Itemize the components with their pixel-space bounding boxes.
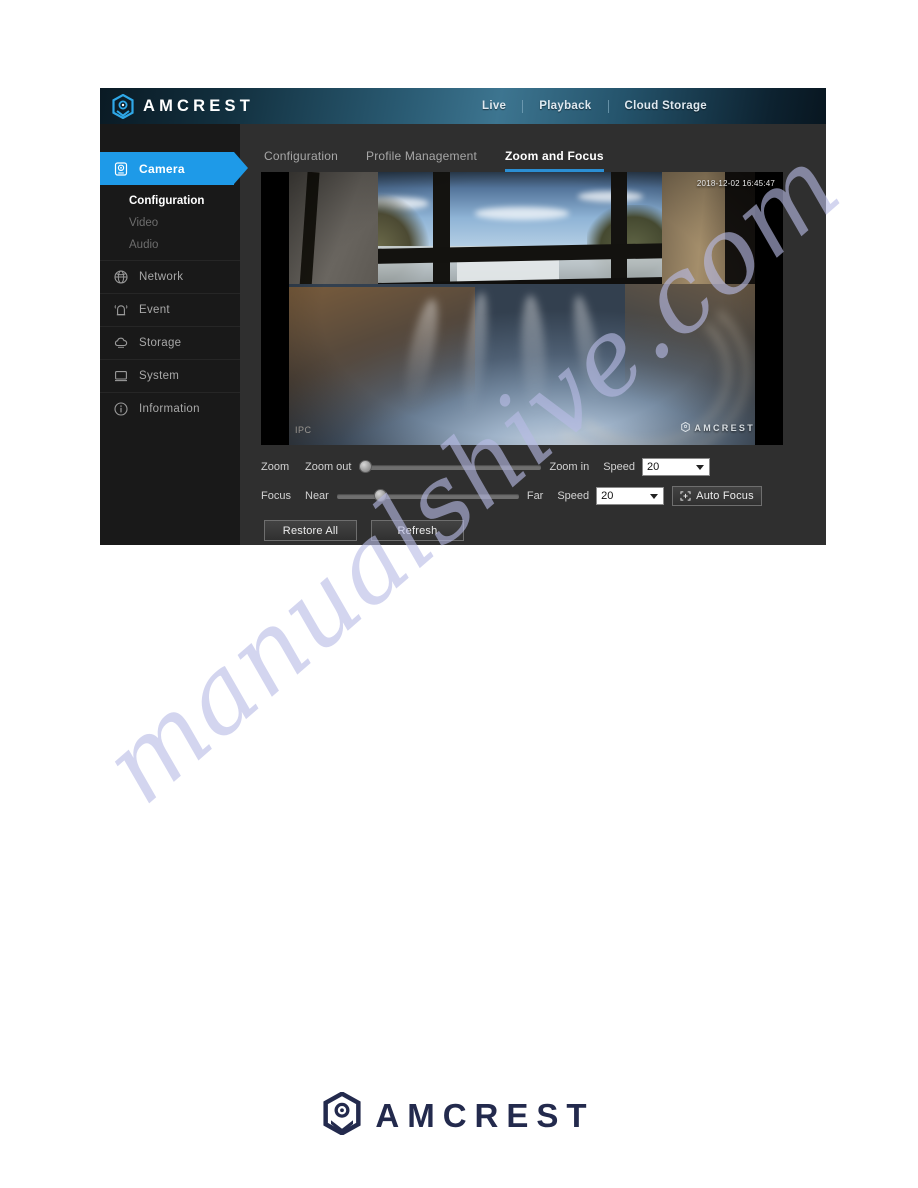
- nav-divider: [522, 99, 524, 113]
- video-scene-image: [289, 172, 755, 445]
- amcrest-hex-logo-icon: [681, 419, 691, 437]
- amcrest-hex-logo-icon: [323, 1091, 361, 1140]
- content-panel: Configuration Profile Management Zoom an…: [240, 124, 826, 545]
- zoom-control-row: Zoom Zoom out Zoom in Speed 20: [261, 454, 821, 480]
- sidebar-item-storage[interactable]: Storage: [100, 326, 240, 359]
- nav-divider: [607, 99, 609, 113]
- sidebar-subgroup-camera: Configuration Video Audio: [100, 185, 240, 260]
- sidebar-item-label: Event: [139, 304, 170, 316]
- info-circle-icon: [111, 399, 131, 419]
- nav-link-playback[interactable]: Playback: [523, 100, 607, 112]
- zoom-slider-track[interactable]: [359, 464, 542, 470]
- zoom-speed-select[interactable]: 20: [642, 458, 711, 476]
- video-camera-name-overlay: IPC: [295, 425, 312, 435]
- network-globe-icon: [111, 267, 131, 287]
- sidebar-subitem-video[interactable]: Video: [100, 212, 240, 234]
- sidebar-item-label: Storage: [139, 337, 182, 349]
- sidebar-item-label: Information: [139, 403, 200, 415]
- sidebar-active-arrow: [234, 152, 248, 184]
- tab-label: Zoom and Focus: [504, 149, 604, 163]
- amcrest-hex-logo-icon: [112, 93, 134, 119]
- restore-all-button[interactable]: Restore All: [264, 520, 357, 541]
- auto-focus-button[interactable]: Auto Focus: [672, 486, 762, 506]
- focus-speed-label: Speed: [557, 490, 590, 502]
- tab-label: Configuration: [264, 149, 338, 163]
- video-preview[interactable]: 2018-12-02 16:45:47 IPC AMCREST: [261, 172, 783, 445]
- action-button-row: Restore All Refresh: [264, 520, 821, 541]
- focus-frame-icon: [680, 491, 691, 501]
- footer-logo: AMCREST: [0, 1091, 918, 1140]
- header-brand-name: AMCREST: [143, 96, 254, 115]
- zoom-in-label: Zoom in: [549, 461, 590, 473]
- zoom-speed-label: Speed: [603, 461, 636, 473]
- focus-label: Focus: [261, 490, 291, 502]
- zoom-out-label: Zoom out: [305, 461, 352, 473]
- chevron-down-icon: [650, 493, 659, 499]
- zoom-slider[interactable]: [359, 459, 542, 475]
- focus-speed-value: 20: [601, 490, 614, 502]
- tab-profile-management[interactable]: Profile Management: [352, 149, 491, 172]
- focus-near-label: Near: [305, 490, 329, 502]
- zoom-label: Zoom: [261, 461, 290, 473]
- cloud-icon: [111, 333, 131, 353]
- sidebar-item-label: System: [139, 370, 180, 382]
- chevron-down-icon: [696, 464, 705, 470]
- sidebar-item-camera[interactable]: Camera: [100, 152, 248, 185]
- alarm-bell-icon: [111, 300, 131, 320]
- focus-slider[interactable]: [336, 488, 519, 504]
- zoom-speed-value: 20: [647, 461, 660, 473]
- tab-configuration[interactable]: Configuration: [260, 149, 352, 172]
- video-timestamp-overlay: 2018-12-02 16:45:47: [696, 179, 775, 188]
- focus-far-label: Far: [526, 490, 544, 502]
- zoom-slider-thumb[interactable]: [359, 460, 373, 473]
- sidebar-item-network[interactable]: Network: [100, 260, 240, 293]
- sidebar-subitem-configuration[interactable]: Configuration: [100, 190, 240, 212]
- zoom-focus-controls: Zoom Zoom out Zoom in Speed 20 Focus Nea…: [261, 454, 821, 541]
- tab-label: Profile Management: [365, 149, 477, 163]
- header-nav: Live Playback Cloud Storage: [466, 88, 723, 124]
- video-brand-overlay: AMCREST: [681, 419, 755, 437]
- footer-brand-name: AMCREST: [375, 1097, 595, 1134]
- tab-zoom-and-focus[interactable]: Zoom and Focus: [491, 149, 618, 172]
- nav-link-live[interactable]: Live: [466, 100, 522, 112]
- auto-focus-button-label: Auto Focus: [696, 490, 754, 502]
- video-brand-text: AMCREST: [694, 423, 755, 433]
- nav-link-cloud-storage[interactable]: Cloud Storage: [609, 100, 724, 112]
- refresh-button[interactable]: Refresh: [371, 520, 464, 541]
- header-logo: AMCREST: [112, 93, 254, 119]
- sidebar-item-event[interactable]: Event: [100, 293, 240, 326]
- sidebar-item-label: Camera: [139, 161, 185, 176]
- focus-speed-select[interactable]: 20: [596, 487, 665, 505]
- focus-control-row: Focus Near Far Speed 20 Auto Focus: [261, 483, 821, 509]
- tab-bar: Configuration Profile Management Zoom an…: [258, 124, 821, 172]
- monitor-icon: [111, 366, 131, 386]
- app-body: Camera Configuration Video Audio Network…: [100, 124, 826, 545]
- sidebar-item-label: Network: [139, 271, 184, 283]
- camera-icon: [111, 159, 131, 179]
- app-header: AMCREST Live Playback Cloud Storage: [100, 88, 826, 124]
- sidebar-subitem-audio[interactable]: Audio: [100, 234, 240, 256]
- focus-slider-thumb[interactable]: [373, 489, 387, 502]
- sidebar: Camera Configuration Video Audio Network…: [100, 124, 248, 545]
- focus-slider-track[interactable]: [336, 493, 519, 499]
- sidebar-item-information[interactable]: Information: [100, 392, 240, 425]
- sidebar-item-system[interactable]: System: [100, 359, 240, 392]
- amcrest-web-ui-window: AMCREST Live Playback Cloud Storage Came…: [100, 88, 826, 545]
